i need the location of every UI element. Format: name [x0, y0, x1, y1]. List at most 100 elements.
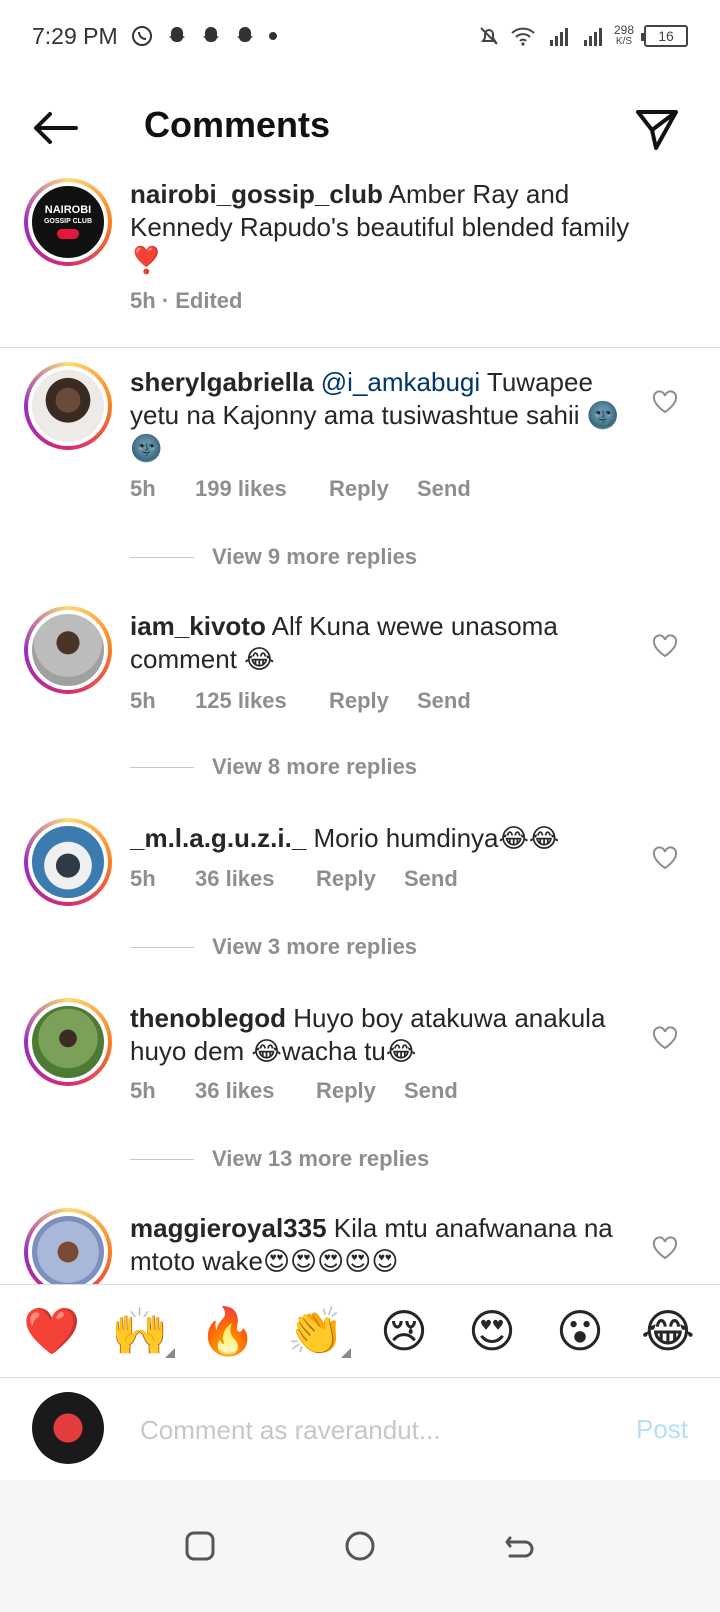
view-more-replies[interactable]: View 3 more replies [130, 934, 417, 960]
heart-outline-icon [652, 846, 678, 870]
speed-value: 298 [613, 23, 634, 37]
like-button[interactable] [652, 1236, 678, 1260]
avatar[interactable] [24, 606, 112, 694]
comment-username[interactable]: _m.l.a.g.u.z.i._ [130, 823, 306, 853]
like-button[interactable] [652, 846, 678, 870]
status-bar: 7:29 PM 298 K/S 16 [0, 0, 720, 72]
emoji-red-heart[interactable]: ❤️ [19, 1308, 85, 1354]
share-button[interactable] [634, 106, 680, 152]
reply-button[interactable]: Reply [329, 476, 417, 502]
comment-likes[interactable]: 36 likes [195, 866, 316, 892]
comment-likes[interactable]: 36 likes [195, 1078, 316, 1104]
comment-text: maggieroyal335 Kila mtu anafwanana na mt… [130, 1212, 630, 1278]
comment-meta: 5h 36 likes Reply Send [130, 866, 458, 892]
status-left: 7:29 PM [32, 23, 278, 50]
system-nav-bar [0, 1480, 720, 1612]
page-title: Comments [144, 104, 331, 145]
comment-text: sherylgabriella @i_amkabugi Tuwapee yetu… [130, 366, 630, 465]
comment-username[interactable]: iam_kivoto [130, 611, 266, 641]
divider-line [130, 556, 194, 558]
divider-line [130, 766, 194, 768]
comment-text: _m.l.a.g.u.z.i._ Morio humdinya😂😂 [130, 822, 630, 855]
emoji-heart-eyes[interactable]: 😍 [459, 1308, 525, 1354]
avatar[interactable] [24, 362, 112, 450]
emoji-crying-face[interactable]: 😢 [371, 1308, 437, 1354]
nairobi-gossip-logo: NAIROBI GOSSIP CLUB [28, 182, 108, 262]
comment-body: Morio humdinya😂😂 [313, 823, 560, 853]
avatar-image [28, 366, 108, 446]
comment-likes[interactable]: 125 likes [195, 688, 329, 714]
avatar-image [28, 1212, 108, 1284]
logo-text-top: NAIROBI [44, 204, 92, 216]
reply-button[interactable]: Reply [329, 688, 417, 714]
signal-icon [580, 26, 604, 46]
heart-outline-icon [652, 1236, 678, 1260]
emoji-clapping-hands[interactable]: 👏 [283, 1305, 351, 1358]
reply-button[interactable]: Reply [316, 1078, 404, 1104]
back-nav-button[interactable] [500, 1526, 540, 1566]
skin-tone-indicator [341, 1348, 351, 1358]
wifi-icon [510, 26, 536, 46]
current-user-avatar[interactable] [32, 1392, 104, 1464]
send-button[interactable]: Send [417, 476, 471, 502]
network-speed: 298 K/S [614, 24, 634, 48]
post-caption: NAIROBI GOSSIP CLUB nairobi_gossip_club … [0, 178, 720, 348]
circle-icon [345, 1531, 375, 1561]
recent-apps-button[interactable] [180, 1526, 220, 1566]
comment-meta: 5h 125 likes Reply Send [130, 688, 471, 714]
header: Comments [0, 88, 720, 168]
send-button[interactable]: Send [417, 688, 471, 714]
heart-exclamation-emoji: ❣️ [130, 245, 163, 275]
comment-likes[interactable]: 199 likes [195, 476, 329, 502]
square-icon [185, 1531, 215, 1561]
caption-text: nairobi_gossip_club Amber Ray and Kenned… [130, 178, 630, 277]
view-more-replies[interactable]: View 13 more replies [130, 1146, 429, 1172]
signal-icon [546, 26, 570, 46]
comment-username[interactable]: sherylgabriella [130, 367, 314, 397]
avatar-image [28, 822, 108, 902]
paper-plane-icon [636, 110, 678, 150]
avatar-image [28, 610, 108, 690]
comment-input[interactable] [140, 1410, 560, 1450]
battery-icon: 16 [641, 25, 688, 47]
home-button[interactable] [340, 1526, 380, 1566]
view-more-replies[interactable]: View 8 more replies [130, 754, 417, 780]
caption-time: 5h [130, 288, 156, 313]
clock: 7:29 PM [32, 22, 118, 49]
back-button[interactable] [30, 108, 80, 148]
caption-username[interactable]: nairobi_gossip_club [130, 179, 383, 209]
like-button[interactable] [652, 1026, 678, 1050]
comment-text: thenoblegod Huyo boy atakuwa anakula huy… [130, 1002, 630, 1068]
emoji-raised-hands[interactable]: 🙌 [107, 1308, 175, 1358]
reply-button[interactable]: Reply [316, 866, 404, 892]
logo-text-bottom: GOSSIP CLUB [43, 218, 93, 225]
emoji-surprised-face[interactable]: 😮 [547, 1308, 613, 1354]
snapchat-icon [200, 25, 222, 47]
snapchat-icon [234, 25, 256, 47]
avatar[interactable]: NAIROBI GOSSIP CLUB [24, 178, 112, 266]
comment-username[interactable]: thenoblegod [130, 1003, 286, 1033]
avatar[interactable] [24, 998, 112, 1086]
comment-username[interactable]: maggieroyal335 [130, 1213, 327, 1243]
avatar[interactable] [24, 818, 112, 906]
avatar[interactable] [24, 1208, 112, 1284]
send-button[interactable]: Send [404, 866, 458, 892]
comment-time: 5h [130, 688, 156, 713]
emoji-fire[interactable]: 🔥 [195, 1308, 261, 1354]
view-replies-label: View 9 more replies [212, 544, 418, 569]
view-more-replies[interactable]: View 9 more replies [130, 544, 417, 570]
caption-meta: 5h · Edited [130, 288, 242, 314]
comment-meta: 5h 199 likes Reply Send [130, 476, 471, 502]
heart-outline-icon [652, 634, 678, 658]
like-button[interactable] [652, 390, 678, 414]
arrow-left-icon [34, 112, 78, 144]
post-button[interactable]: Post [636, 1414, 688, 1445]
comment-time: 5h [130, 476, 156, 501]
skin-tone-indicator [165, 1348, 175, 1358]
like-button[interactable] [652, 634, 678, 658]
comment-mention[interactable]: @i_amkabugi [321, 367, 480, 397]
emoji-tears-of-joy[interactable]: 😂 [635, 1308, 701, 1354]
mute-bell-icon [478, 25, 500, 47]
emoji-glyph: 👏 [287, 1305, 345, 1357]
send-button[interactable]: Send [404, 1078, 458, 1104]
